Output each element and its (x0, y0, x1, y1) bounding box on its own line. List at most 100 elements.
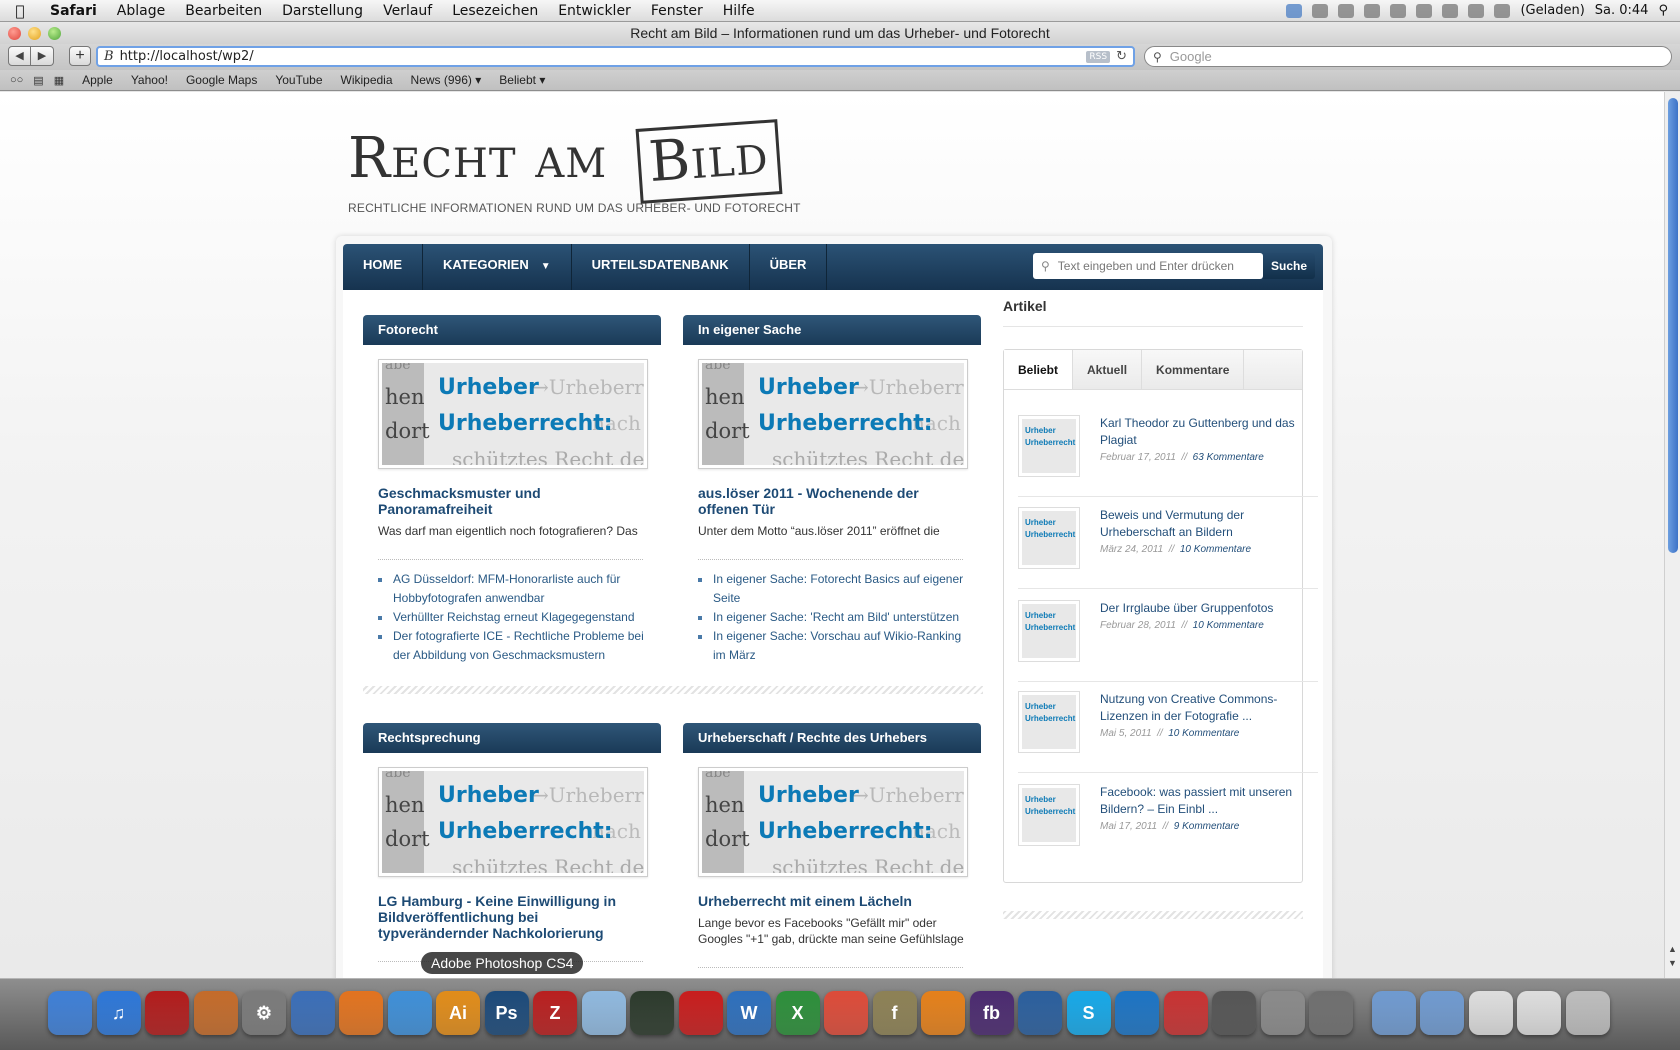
volume-icon[interactable] (1468, 3, 1485, 18)
fontexplorer-icon[interactable]: f (872, 991, 917, 1035)
acrobat-icon[interactable] (678, 991, 723, 1035)
site-logo[interactable]: RECHT AM BILD RECHTLICHE INFORMATIONEN R… (348, 119, 801, 215)
list-item[interactable]: Der fotografierte ICE - Rechtliche Probl… (378, 627, 646, 665)
window-manager-icon[interactable] (1260, 991, 1305, 1035)
popular-title[interactable]: Karl Theodor zu Guttenberg und das Plagi… (1100, 415, 1310, 449)
apple-menu-icon[interactable]:  (0, 2, 40, 20)
url-text[interactable]: http://localhost/wp2/ (120, 49, 254, 64)
popular-thumbnail[interactable]: Urheber Urheberrecht (1018, 600, 1080, 662)
finder-icon[interactable] (48, 991, 92, 1035)
menu-ablage[interactable]: Ablage (107, 3, 175, 19)
scroll-down-arrow-icon[interactable]: ▼ (1668, 958, 1677, 968)
post-thumbnail[interactable]: abe hen dort →Urheberrecht nach d schütz… (378, 767, 648, 877)
evernote-icon[interactable] (1364, 3, 1381, 18)
battery-status[interactable]: (Geladen) (1520, 3, 1584, 18)
reading-list-icon[interactable]: ○○ (10, 74, 23, 86)
disk-utility-icon[interactable] (1212, 991, 1256, 1035)
menu-verlauf[interactable]: Verlauf (373, 3, 442, 19)
scrollbar-thumb[interactable] (1668, 98, 1678, 553)
bookmark-yahoo[interactable]: Yahoo! (131, 73, 168, 87)
angry-birds-icon[interactable] (1163, 991, 1208, 1035)
popular-thumbnail[interactable]: Urheber Urheberrecht (1018, 507, 1080, 569)
tab-beliebt[interactable]: Beliebt (1004, 350, 1074, 389)
bookmark-apple[interactable]: Apple (82, 73, 113, 87)
post-title[interactable]: LG Hamburg - Keine Einwilligung in Bildv… (378, 893, 646, 941)
menu-fenster[interactable]: Fenster (641, 3, 713, 19)
safari-icon[interactable] (387, 991, 432, 1035)
forward-button[interactable]: ▶ (31, 46, 54, 66)
close-window-button[interactable] (8, 27, 21, 40)
bookmark-wikipedia[interactable]: Wikipedia (341, 73, 393, 87)
battery-icon[interactable] (1494, 3, 1511, 18)
nav-urteilsdatenbank[interactable]: URTEILSDATENBANK (572, 244, 750, 290)
menu-bearbeiten[interactable]: Bearbeiten (175, 3, 272, 19)
word-document-icon[interactable] (1517, 991, 1561, 1035)
minimize-window-button[interactable] (28, 27, 41, 40)
bookmarks-book-icon[interactable]: ▤ (33, 74, 43, 87)
itunes-icon[interactable]: ♫ (96, 991, 141, 1035)
vlc-icon[interactable] (921, 991, 965, 1035)
list-item[interactable]: Verhüllter Reichstag erneut Klagegegenst… (378, 608, 646, 627)
excel-icon[interactable]: X (775, 991, 820, 1035)
category-header[interactable]: Urheberschaft / Rechte des Urhebers (683, 723, 981, 753)
popular-title[interactable]: Beweis und Vermutung der Urheberschaft a… (1100, 507, 1310, 541)
photoshop-icon[interactable]: Ps (484, 991, 529, 1035)
google-search-field[interactable]: ⚲ Google (1144, 46, 1672, 67)
bluetooth-icon[interactable] (1416, 3, 1433, 18)
activity-monitor-icon[interactable] (630, 991, 674, 1035)
popular-comments[interactable]: 63 Kommentare (1193, 452, 1264, 463)
post-thumbnail[interactable]: abe hen dort →Urheberrecht nach d schütz… (698, 359, 968, 469)
top-sites-grid-icon[interactable]: ▦ (54, 74, 64, 87)
popular-thumbnail[interactable]: Urheber Urheberrecht (1018, 784, 1080, 846)
add-bookmark-button[interactable]: + (69, 46, 91, 66)
site-search-button[interactable]: Suche (1263, 253, 1315, 279)
popular-comments[interactable]: 10 Kommentare (1180, 544, 1251, 555)
zoom-window-button[interactable] (48, 27, 61, 40)
site-search-input[interactable]: ⚲ Text eingeben und Enter drücken (1033, 253, 1263, 279)
pdf-document-icon[interactable] (1468, 991, 1513, 1035)
tab-aktuell[interactable]: Aktuell (1073, 350, 1143, 389)
qr-icon[interactable] (1312, 3, 1329, 18)
skype-icon[interactable]: S (1066, 991, 1111, 1035)
menu-hilfe[interactable]: Hilfe (713, 3, 765, 19)
scroll-up-arrow-icon[interactable]: ▲ (1668, 944, 1677, 954)
clipboard-icon[interactable] (1338, 3, 1355, 18)
menu-safari[interactable]: Safari (40, 3, 107, 19)
post-title[interactable]: Geschmacksmuster und Panoramafreiheit (378, 485, 646, 517)
clock[interactable]: Sa. 0:44 (1595, 3, 1649, 18)
post-title[interactable]: aus.löser 2011 - Wochenende der offenen … (698, 485, 966, 517)
bookmark-google-maps[interactable]: Google Maps (186, 73, 257, 87)
list-item[interactable]: In eigener Sache: Fotorecht Basics auf e… (698, 570, 966, 608)
menu-lesezeichen[interactable]: Lesezeichen (442, 3, 548, 19)
photo-booth-icon[interactable] (145, 991, 189, 1035)
bookmark-news[interactable]: News (996) ▾ (411, 73, 482, 87)
list-item[interactable]: In eigener Sache: Vorschau auf Wikio-Ran… (698, 627, 966, 665)
firefox-icon[interactable] (339, 991, 383, 1035)
applications-folder-icon[interactable] (1371, 991, 1416, 1035)
nav-kategorien[interactable]: KATEGORIEN ▼ (423, 244, 572, 290)
reload-icon[interactable]: ↻ (1116, 49, 1127, 64)
documents-folder-icon[interactable] (1420, 991, 1464, 1035)
popular-thumbnail[interactable]: Urheber Urheberrecht (1018, 415, 1080, 477)
word-icon[interactable]: W (727, 991, 771, 1035)
post-thumbnail[interactable]: abe hen dort →Urheberrecht nach d schütz… (378, 359, 648, 469)
post-thumbnail[interactable]: abe hen dort →Urheberrecht nach d schütz… (698, 767, 968, 877)
virtualbox-icon[interactable] (1018, 991, 1062, 1035)
popular-comments[interactable]: 10 Kommentare (1168, 728, 1239, 739)
category-header[interactable]: Rechtsprechung (363, 723, 661, 753)
flash-builder-icon[interactable]: fb (969, 991, 1014, 1035)
chrome-icon[interactable] (824, 991, 868, 1035)
menu-entwickler[interactable]: Entwickler (548, 3, 641, 19)
dropbox-icon[interactable] (1286, 3, 1303, 18)
thunderbird-icon[interactable] (290, 991, 335, 1035)
address-bar[interactable]: B http://localhost/wp2/ RSS ↻ (96, 46, 1135, 67)
illustrator-icon[interactable]: Ai (436, 991, 480, 1035)
trash-icon[interactable] (1565, 991, 1610, 1035)
iphoto-icon[interactable] (193, 991, 238, 1035)
category-header[interactable]: Fotorecht (363, 315, 661, 345)
tab-kommentare[interactable]: Kommentare (1142, 350, 1245, 389)
menu-darstellung[interactable]: Darstellung (272, 3, 373, 19)
nav-ueber[interactable]: ÜBER (750, 244, 828, 290)
teamviewer-icon[interactable] (1115, 991, 1159, 1035)
back-button[interactable]: ◀ (8, 46, 31, 66)
